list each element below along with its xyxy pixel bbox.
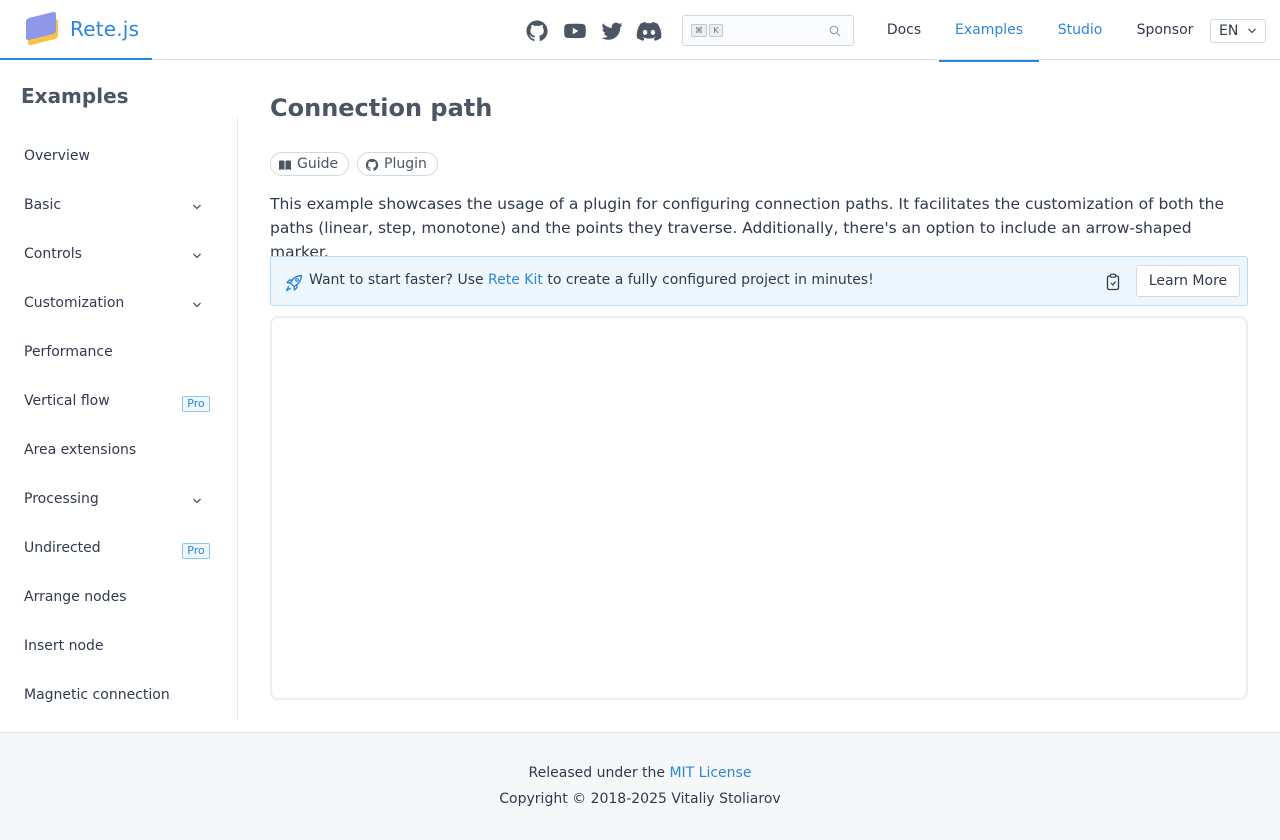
brand-name: Rete.js [70,17,140,41]
sidebar-title: Examples [21,84,129,108]
search-input[interactable]: ⌘ K [682,15,854,46]
discord-icon[interactable] [636,19,662,43]
language-value: EN [1219,23,1239,39]
page-footer: Released under the MIT License Copyright… [0,732,1280,840]
command-key-hint: ⌘ [691,24,707,37]
language-select[interactable]: EN [1210,19,1266,43]
mit-license-link[interactable]: MIT License [669,765,751,781]
chevron-down-icon[interactable] [191,201,203,213]
youtube-icon[interactable] [563,19,587,43]
sidebar-item-label: Performance [24,344,113,360]
license-line: Released under the MIT License [0,765,1280,781]
sidebar-item-vertical-flow[interactable]: Vertical flow Pro [0,383,220,423]
sidebar-item-label: Area extensions [24,442,137,458]
example-description: This example showcases the usage of a pl… [270,195,1225,261]
banner-text-before: Want to start faster? Use [309,272,489,288]
sidebar-item-controls[interactable]: Controls [0,236,220,276]
rete-logo-icon [26,11,62,46]
sidebar-item-overview[interactable]: Overview [0,138,220,178]
pro-badge: Pro [182,396,210,412]
sidebar-item-area-extensions[interactable]: Area extensions [0,432,220,472]
sidebar-item-label: Controls [24,246,82,262]
nav-docs[interactable]: Docs [878,0,930,60]
sidebar-divider [237,118,238,720]
sidebar-item-customization[interactable]: Customization [0,285,220,325]
sidebar-item-label: Overview [24,148,90,164]
sidebar-item-label: Basic [24,197,62,213]
sidebar-item-label: Undirected [24,540,101,556]
plugin-tag-label: Plugin [384,156,427,172]
chevron-down-icon [1248,28,1256,34]
sidebar-item-label: Processing [24,491,99,507]
brand-link[interactable]: Rete.js [0,0,152,60]
sidebar-item-label: Customization [24,295,125,311]
learn-more-button[interactable]: Learn More [1136,265,1240,297]
search-icon [829,25,841,37]
chevron-down-icon[interactable] [191,250,203,262]
chevron-down-icon[interactable] [191,495,203,507]
license-prefix: Released under the [528,765,670,781]
guide-tag-link[interactable]: Guide [270,152,350,176]
sidebar-item-label: Insert node [24,638,104,654]
nav-examples[interactable]: Examples [939,0,1039,62]
top-header: Rete.js ⌘ K Docs Examples Studio Sponsor… [0,0,1280,62]
rete-kit-link[interactable]: Rete Kit [488,272,543,288]
sidebar-item-arrange-nodes[interactable]: Arrange nodes [0,579,220,619]
clipboard-copy-icon[interactable] [1105,273,1121,291]
nav-studio[interactable]: Studio [1050,0,1110,60]
book-icon [279,160,291,170]
editor-canvas[interactable] [270,316,1248,700]
copyright-text: Copyright © 2018-2025 Vitaliy Stoliarov [499,791,781,807]
sidebar-item-processing[interactable]: Processing [0,481,220,521]
guide-tag-label: Guide [297,156,339,172]
banner-text: Want to start faster? Use Rete Kit to cr… [309,272,874,288]
rocket-icon [285,274,303,292]
chevron-down-icon[interactable] [191,299,203,311]
github-icon[interactable] [525,19,549,43]
sidebar-item-performance[interactable]: Performance [0,334,220,374]
sidebar-item-label: Vertical flow [24,393,110,409]
sidebar-item-undirected[interactable]: Undirected Pro [0,530,220,570]
page-title: Connection path [270,94,493,122]
banner-text-after: to create a fully configured project in … [542,272,874,288]
pro-badge: Pro [182,543,210,559]
k-key-hint: K [709,24,723,37]
twitter-icon[interactable] [600,19,624,43]
sidebar-item-magnetic-connection[interactable]: Magnetic connection [0,677,220,717]
sidebar-item-label: Arrange nodes [24,589,127,605]
rete-kit-banner: Want to start faster? Use Rete Kit to cr… [270,256,1248,306]
sidebar-item-label: Magnetic connection [24,687,170,703]
sidebar-item-basic[interactable]: Basic [0,187,220,227]
plugin-tag-link[interactable]: Plugin [357,152,438,176]
sidebar-item-insert-node[interactable]: Insert node [0,628,220,668]
nav-sponsor[interactable]: Sponsor [1132,0,1198,60]
github-icon [365,158,379,171]
